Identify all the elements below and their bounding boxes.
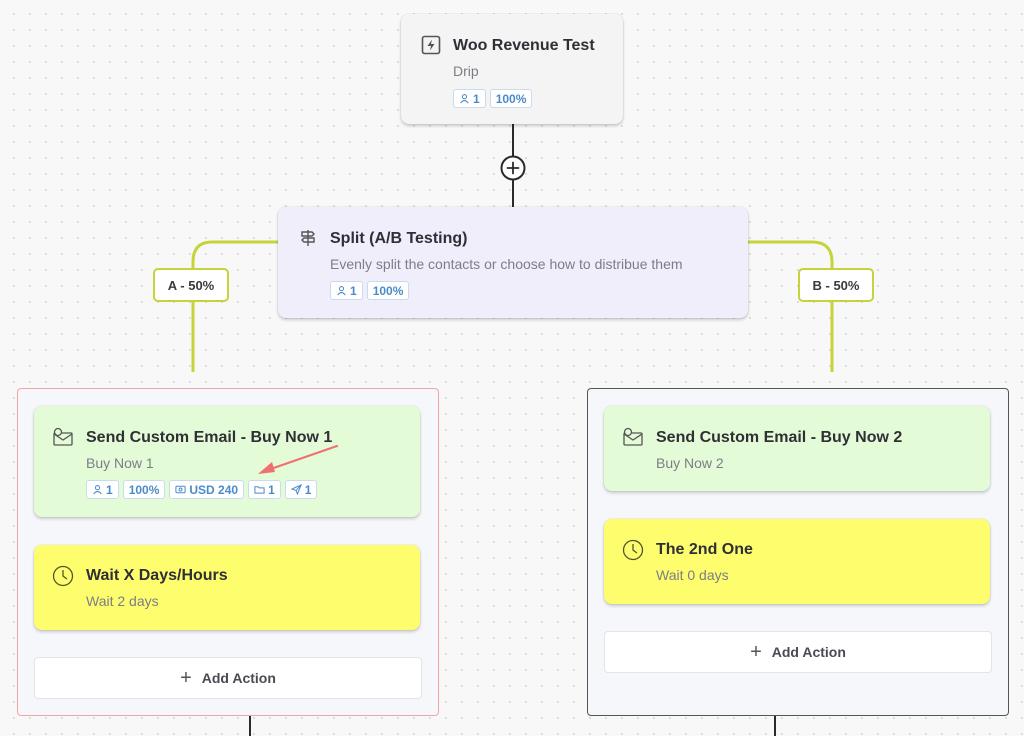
branch-b-label[interactable]: B - 50%: [798, 268, 874, 302]
plus-icon: +: [180, 667, 192, 689]
action-subtitle: Buy Now 2: [656, 455, 724, 471]
percent-badge: 100%: [122, 480, 166, 499]
trigger-card[interactable]: Woo Revenue Test Drip 1 100%: [401, 14, 623, 124]
trigger-title: Woo Revenue Test: [453, 37, 595, 54]
split-card[interactable]: Split (A/B Testing) Evenly split the con…: [278, 207, 748, 318]
annotation-arrow: [258, 444, 339, 474]
trigger-subtitle: Drip: [453, 63, 479, 79]
connector-branch-a-bottom: [249, 716, 251, 736]
user-icon: [93, 485, 102, 495]
branch-a-connector: [191, 240, 280, 372]
sent-badge: 1: [284, 480, 318, 499]
action-badges: 1 100% USD 240 1 1: [86, 480, 318, 499]
signpost-icon: [298, 228, 320, 250]
wait-action-card[interactable]: Wait X Days/Hours Wait 2 days: [34, 545, 420, 630]
trigger-badges: 1 100%: [453, 89, 533, 108]
user-icon: [337, 286, 346, 296]
percent-badge: 100%: [489, 89, 533, 108]
contacts-badge: 1: [86, 480, 119, 499]
add-action-button[interactable]: + Add Action: [604, 631, 992, 673]
send-icon: [290, 484, 302, 495]
action-subtitle: Wait 0 days: [656, 567, 729, 583]
lightning-icon: [421, 35, 443, 57]
money-icon: [175, 485, 186, 494]
action-subtitle: Buy Now 1: [86, 455, 154, 471]
email-icon: [622, 427, 644, 449]
percent-badge: 100%: [366, 281, 410, 300]
branch-b-connector: [748, 240, 834, 372]
folder-badge: 1: [248, 480, 281, 499]
action-title: Send Custom Email - Buy Now 2: [656, 429, 903, 446]
action-title: The 2nd One: [656, 541, 753, 558]
email-action-card[interactable]: Send Custom Email - Buy Now 2 Buy Now 2: [604, 406, 990, 491]
plus-icon: +: [750, 641, 762, 663]
contacts-badge: 1: [453, 89, 486, 108]
split-title: Split (A/B Testing): [330, 230, 468, 247]
clock-icon: [52, 565, 74, 587]
action-title: Wait X Days/Hours: [86, 567, 228, 584]
add-action-button[interactable]: + Add Action: [34, 657, 422, 699]
email-icon: [52, 427, 74, 449]
wait-action-card[interactable]: The 2nd One Wait 0 days: [604, 519, 990, 604]
connector-branch-b-bottom: [774, 716, 776, 736]
email-action-card[interactable]: Send Custom Email - Buy Now 1 Buy Now 1 …: [34, 406, 420, 517]
branch-a-container: Send Custom Email - Buy Now 1 Buy Now 1 …: [17, 388, 439, 716]
action-subtitle: Wait 2 days: [86, 593, 159, 609]
split-subtitle: Evenly split the contacts or choose how …: [330, 256, 683, 272]
folder-icon: [254, 486, 265, 494]
clock-icon: [622, 539, 644, 561]
branch-a-label[interactable]: A - 50%: [153, 268, 229, 302]
contacts-badge: 1: [330, 281, 363, 300]
branch-b-container: Send Custom Email - Buy Now 2 Buy Now 2 …: [587, 388, 1009, 716]
revenue-badge: USD 240: [169, 480, 245, 499]
split-badges: 1 100%: [330, 281, 410, 300]
user-icon: [460, 94, 469, 104]
